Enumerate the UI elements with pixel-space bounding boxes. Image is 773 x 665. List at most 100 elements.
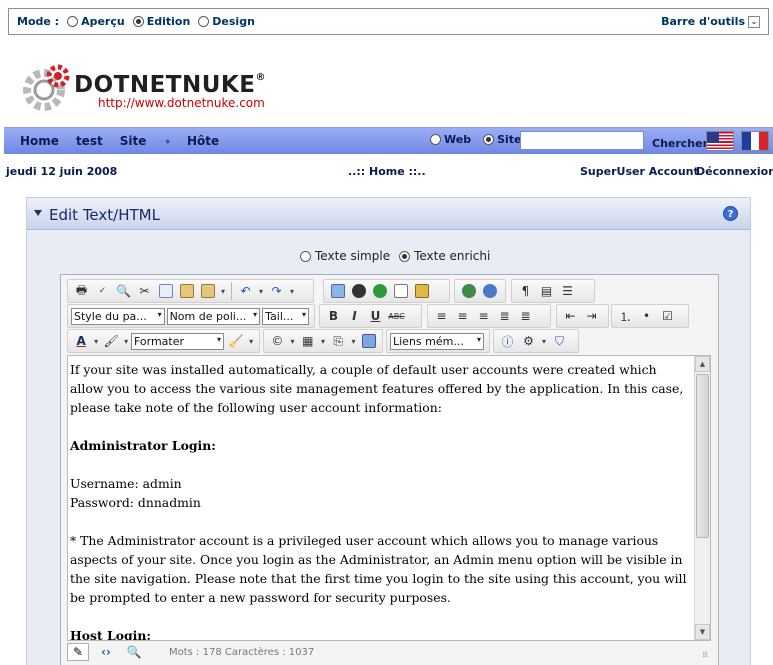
- mode-design-option[interactable]: Design: [198, 15, 255, 28]
- find-icon[interactable]: 🔍: [113, 281, 134, 301]
- html-view-icon[interactable]: ▤: [536, 281, 557, 301]
- template-manager-icon[interactable]: [411, 281, 432, 301]
- cut-icon[interactable]: ✂: [134, 281, 155, 301]
- mode-edit-radio[interactable]: [132, 16, 144, 27]
- collapse-triangle-icon[interactable]: [34, 210, 42, 216]
- scroll-down-icon[interactable]: ▼: [695, 624, 710, 640]
- indent-icon[interactable]: ⇥: [581, 306, 602, 326]
- print-icon[interactable]: 🖶: [71, 281, 92, 301]
- search-input[interactable]: [520, 131, 644, 150]
- about-icon[interactable]: ⓘ: [497, 331, 518, 351]
- logo-url[interactable]: http://www.dotnetnuke.com: [98, 96, 265, 110]
- module-title: Edit Text/HTML: [49, 206, 160, 224]
- justify-icon[interactable]: ≣: [494, 306, 515, 326]
- font-color-dropdown-icon[interactable]: ▾: [91, 331, 101, 351]
- format-stripper-icon[interactable]: 🧹: [226, 331, 246, 351]
- font-name-select[interactable]: Nom de poli... ▾: [166, 307, 261, 325]
- user-account-link[interactable]: SuperUser Account: [580, 165, 699, 178]
- align-right-icon[interactable]: ≡: [473, 306, 494, 326]
- strikethrough-button[interactable]: ABC: [386, 306, 407, 326]
- word-char-count: Mots : 178 Caractères : 1037: [169, 647, 315, 658]
- custom-links-select[interactable]: Liens mém... ▾: [390, 332, 484, 350]
- insert-snippet-icon[interactable]: ⎘: [328, 331, 349, 351]
- menu-item-home[interactable]: Home: [20, 134, 59, 148]
- undo-icon[interactable]: ↶: [235, 281, 256, 301]
- rich-text-radio[interactable]: [399, 250, 411, 262]
- redo-icon[interactable]: ↷: [266, 281, 287, 301]
- editor-text[interactable]: If your site was installed automatically…: [70, 360, 690, 640]
- outdent-icon[interactable]: ⇤: [560, 306, 581, 326]
- plain-text-radio[interactable]: [300, 250, 311, 262]
- remove-link-icon[interactable]: [479, 281, 500, 301]
- symbol-dropdown-icon[interactable]: ▾: [288, 331, 298, 351]
- spellcheck-icon[interactable]: ✓: [92, 281, 113, 301]
- mode-preview-option[interactable]: Aperçu: [67, 15, 125, 28]
- insert-table-icon[interactable]: ▦: [297, 331, 318, 351]
- align-left-icon[interactable]: ≡: [431, 306, 452, 326]
- format-select[interactable]: Formater ▾: [130, 332, 224, 350]
- copy-icon[interactable]: [155, 281, 176, 301]
- underline-button[interactable]: U: [365, 306, 386, 326]
- intro-paragraph: If your site was installed automatically…: [70, 362, 684, 415]
- preview-view-icon[interactable]: 🔍: [123, 643, 145, 661]
- mode-design-radio[interactable]: [198, 16, 210, 27]
- mode-edit-option[interactable]: Edition: [132, 15, 190, 28]
- breadcrumb[interactable]: ..:: Home ::..: [348, 165, 426, 178]
- paragraph-icon[interactable]: ¶: [515, 281, 536, 301]
- bullet-list-icon[interactable]: •: [636, 306, 657, 326]
- search-button[interactable]: Chercher: [652, 137, 708, 150]
- justify-none-icon[interactable]: ≣: [515, 306, 536, 326]
- highlight-dropdown-icon[interactable]: ▾: [121, 331, 131, 351]
- edit-html-module: Edit Text/HTML ? Texte simple Texte enri…: [26, 197, 751, 665]
- undo-dropdown-icon[interactable]: ▾: [256, 281, 266, 301]
- media-manager-icon[interactable]: [369, 281, 390, 301]
- list-view-icon[interactable]: ☰: [557, 281, 578, 301]
- toolbar-toggle[interactable]: Barre d'outils ⌄: [661, 15, 760, 28]
- align-center-icon[interactable]: ≡: [452, 306, 473, 326]
- menu-item-host[interactable]: Hôte: [187, 134, 219, 148]
- redo-dropdown-icon[interactable]: ▾: [287, 281, 297, 301]
- html-view-icon[interactable]: ‹›: [95, 643, 117, 661]
- font-color-icon[interactable]: A: [71, 331, 91, 351]
- admin-username: Username: admin: [70, 476, 182, 491]
- editor-content-area[interactable]: If your site was installed automatically…: [67, 355, 711, 641]
- italic-button[interactable]: I: [344, 306, 365, 326]
- scroll-thumb[interactable]: [696, 374, 709, 538]
- format-stripper-dropdown-icon[interactable]: ▾: [246, 331, 256, 351]
- flag-us-icon[interactable]: [706, 131, 734, 151]
- menu-item-test[interactable]: test: [76, 134, 103, 148]
- flash-manager-icon[interactable]: [348, 281, 369, 301]
- chevron-down-icon[interactable]: ⌄: [748, 15, 760, 28]
- module-manager-icon[interactable]: ⚙: [518, 331, 539, 351]
- editor-scrollbar[interactable]: ▲ ▼: [694, 356, 710, 640]
- logout-link[interactable]: Déconnexion: [696, 165, 773, 178]
- table-dropdown-icon[interactable]: ▾: [318, 331, 328, 351]
- scroll-up-icon[interactable]: ▲: [695, 356, 710, 372]
- insert-form-icon[interactable]: ☑: [657, 306, 678, 326]
- scope-web-radio[interactable]: [430, 134, 441, 145]
- paste-special-icon[interactable]: [197, 281, 218, 301]
- insert-symbol-icon[interactable]: ©: [267, 331, 288, 351]
- numbered-list-icon[interactable]: ⒈: [615, 306, 636, 326]
- image-map-icon[interactable]: [358, 331, 379, 351]
- paste-icon[interactable]: [176, 281, 197, 301]
- mode-preview-radio[interactable]: [67, 16, 79, 27]
- modules-dropdown-icon[interactable]: ▾: [539, 331, 549, 351]
- hyperlink-icon[interactable]: [458, 281, 479, 301]
- highlight-color-icon[interactable]: 🖌: [101, 331, 121, 351]
- bold-button[interactable]: B: [323, 306, 344, 326]
- image-manager-icon[interactable]: [327, 281, 348, 301]
- paste-dropdown-icon[interactable]: ▾: [218, 281, 228, 301]
- design-view-icon[interactable]: ✎: [67, 643, 89, 661]
- document-manager-icon[interactable]: [390, 281, 411, 301]
- resize-grip-icon[interactable]: ⁞⁞⁞: [702, 650, 708, 659]
- help-icon[interactable]: ?: [723, 206, 738, 221]
- font-size-select[interactable]: Tail... ▾: [262, 307, 309, 325]
- flag-fr-icon[interactable]: [741, 131, 769, 151]
- toggle-screen-icon[interactable]: ⛉: [549, 331, 570, 351]
- scope-site-radio[interactable]: [483, 134, 495, 145]
- site-logo[interactable]: DOTNETNUKE® http://www.dotnetnuke.com: [22, 62, 282, 114]
- snippet-dropdown-icon[interactable]: ▾: [349, 331, 359, 351]
- menu-item-site[interactable]: Site ◆: [120, 134, 170, 148]
- paragraph-style-select[interactable]: Style du pa... ▾: [71, 307, 165, 325]
